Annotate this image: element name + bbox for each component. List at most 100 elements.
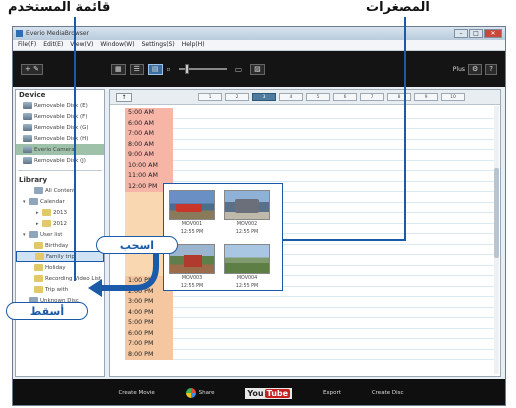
thumbnails-leader-vertical bbox=[404, 17, 406, 239]
thumbnails-leader-horizontal bbox=[283, 239, 406, 241]
thumbnail-item[interactable]: MOV004 12:55 PM bbox=[224, 244, 270, 289]
up-button[interactable]: ↑ bbox=[116, 92, 132, 102]
create-disc-label: Create Disc bbox=[371, 390, 404, 396]
menu-help[interactable]: Help(H) bbox=[182, 41, 205, 49]
library-label: 2012 bbox=[53, 220, 67, 227]
zoom-large-icon: ▭ bbox=[234, 64, 243, 74]
grid-row bbox=[173, 161, 494, 171]
thumbnail-item[interactable]: MOV001 12:55 PM bbox=[169, 190, 215, 235]
zoom-level-button[interactable]: 2 bbox=[225, 93, 249, 101]
zoom-level-button[interactable]: 6 bbox=[333, 93, 357, 101]
grid-row bbox=[173, 129, 494, 140]
drag-arrow-head bbox=[88, 279, 102, 297]
menu-file[interactable]: File(F) bbox=[18, 41, 36, 49]
device-item[interactable]: Removable Disk (G) bbox=[16, 122, 104, 133]
window-title: Everio MediaBrowser bbox=[26, 30, 90, 37]
device-item[interactable]: Removable Disk (H) bbox=[16, 133, 104, 144]
export-button[interactable]: Export bbox=[323, 390, 341, 396]
expand-toggle-icon[interactable]: ▾ bbox=[23, 232, 27, 238]
zoom-slider[interactable] bbox=[178, 64, 227, 74]
grid-row bbox=[173, 350, 494, 360]
zoom-level-button[interactable]: 7 bbox=[360, 93, 384, 101]
share-button[interactable]: Share bbox=[185, 388, 215, 398]
create-disc-button[interactable]: Create Disc bbox=[372, 390, 404, 396]
library-label: 2013 bbox=[53, 209, 67, 216]
drop-callout: أسقط bbox=[6, 302, 88, 320]
device-item[interactable]: Removable Disk (F) bbox=[16, 111, 104, 122]
device-label: Removable Disk (G) bbox=[34, 124, 89, 131]
expand-toggle-icon[interactable]: ▸ bbox=[36, 210, 40, 216]
device-item[interactable]: Removable Disk (J) bbox=[16, 155, 104, 166]
add-button[interactable]: + ✎ bbox=[21, 63, 43, 75]
zoom-level-button[interactable]: 3 bbox=[252, 93, 276, 101]
device-icon bbox=[23, 157, 32, 164]
app-icon bbox=[16, 30, 23, 37]
grid-row bbox=[173, 140, 494, 150]
folder-icon bbox=[34, 187, 43, 194]
user-list-leader-line bbox=[74, 17, 76, 281]
zoom-buttons: 1 2 3 4 5 6 7 8 9 10 bbox=[198, 93, 465, 101]
time-cell: 9:00 AM bbox=[125, 150, 173, 161]
grid-row bbox=[173, 318, 494, 329]
vertical-scrollbar[interactable] bbox=[494, 106, 499, 374]
time-cell: 8:00 AM bbox=[125, 139, 173, 150]
zoom-level-button[interactable]: 10 bbox=[441, 93, 465, 101]
thumbnail-item[interactable]: MOV002 12:55 PM bbox=[224, 190, 270, 235]
library-item[interactable]: ▸ 2012 bbox=[16, 218, 104, 229]
tools-icon: ✎ bbox=[33, 65, 39, 73]
settings-icon[interactable]: ⚙ bbox=[468, 63, 483, 75]
zoom-level-button[interactable]: 4 bbox=[279, 93, 303, 101]
library-item[interactable]: ▾ Calendar bbox=[16, 196, 104, 207]
device-label: Removable Disk (E) bbox=[34, 102, 88, 109]
zoom-level-button[interactable]: 8 bbox=[387, 93, 411, 101]
scrollbar-thumb[interactable] bbox=[494, 168, 499, 258]
menu-edit[interactable]: Edit(E) bbox=[43, 41, 63, 49]
device-item[interactable]: Removable Disk (E) bbox=[16, 100, 104, 111]
menu-window[interactable]: Window(W) bbox=[100, 41, 134, 49]
minimize-button[interactable]: – bbox=[454, 29, 468, 38]
youtube-button[interactable]: You Tube bbox=[245, 387, 293, 399]
thumbnail-group: MOV001 12:55 PM MOV002 12:55 PM MOV003 1… bbox=[163, 183, 283, 291]
folder-icon bbox=[34, 242, 43, 249]
car-shape bbox=[176, 204, 202, 212]
library-label: Family trip bbox=[46, 253, 75, 260]
youtube-you: You bbox=[247, 388, 264, 398]
folder-icon bbox=[34, 264, 43, 271]
library-label: User list bbox=[40, 231, 63, 238]
zoom-level-button[interactable]: 9 bbox=[414, 93, 438, 101]
grid-row bbox=[173, 108, 494, 119]
device-icon bbox=[23, 124, 32, 131]
library-item[interactable]: All Content bbox=[16, 185, 104, 196]
device-item[interactable]: Everio Camera bbox=[16, 144, 104, 155]
drag-callout: اسحب bbox=[96, 236, 178, 254]
grid-row bbox=[173, 297, 494, 308]
display-mode-icon[interactable]: ▨ bbox=[250, 63, 265, 75]
create-movie-button[interactable]: Create Movie bbox=[118, 390, 154, 396]
zoom-level-button[interactable]: 5 bbox=[306, 93, 330, 101]
expand-toggle-icon[interactable]: ▾ bbox=[23, 199, 27, 205]
list-view-icon[interactable]: ☰ bbox=[129, 63, 144, 75]
toolbar: + ✎ ▦ ☰ ▤ ▫ ▭ ▨ Plus ⚙ ? bbox=[13, 51, 505, 87]
grid-row bbox=[173, 308, 494, 318]
library-item[interactable]: ▸ 2013 bbox=[16, 207, 104, 218]
zoom-level-button[interactable]: 1 bbox=[198, 93, 222, 101]
youtube-tube: Tube bbox=[264, 388, 291, 398]
time-cell: 7:00 AM bbox=[125, 129, 173, 140]
thumbnail-view-icon[interactable]: ▦ bbox=[110, 63, 126, 75]
time-cell: 5:00 AM bbox=[125, 108, 173, 119]
expand-toggle-icon[interactable]: ▸ bbox=[36, 221, 40, 227]
close-button[interactable]: ✕ bbox=[484, 29, 502, 38]
menu-settings[interactable]: Settings(S) bbox=[142, 41, 175, 49]
grid-row bbox=[173, 339, 494, 350]
create-movie-label: Create Movie bbox=[118, 390, 155, 396]
help-icon[interactable]: ? bbox=[485, 63, 497, 75]
thumbnail-image bbox=[224, 244, 270, 274]
user-list-callout: قائمة المستخدم bbox=[8, 0, 111, 15]
maximize-button[interactable]: □ bbox=[469, 29, 483, 38]
calendar-view-icon[interactable]: ▤ bbox=[147, 63, 163, 75]
device-heading: Device bbox=[19, 91, 46, 99]
zoom-slider-knob[interactable] bbox=[184, 64, 189, 74]
share-label: Share bbox=[198, 390, 215, 396]
time-cell: 5:00 PM bbox=[125, 318, 173, 329]
window-controls: – □ ✕ bbox=[454, 29, 502, 38]
